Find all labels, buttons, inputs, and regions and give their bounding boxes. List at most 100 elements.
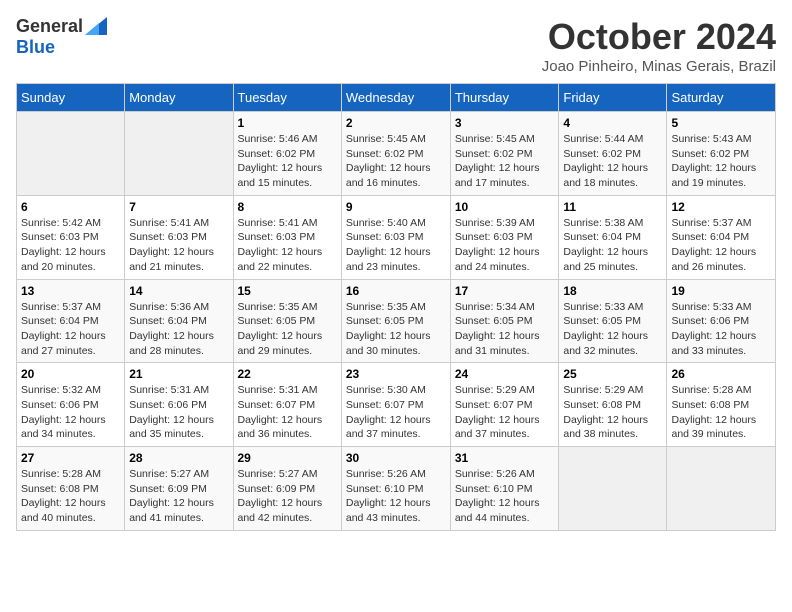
day-number: 1 bbox=[238, 116, 337, 130]
calendar-cell bbox=[667, 447, 776, 531]
day-info: Sunrise: 5:29 AMSunset: 6:08 PMDaylight:… bbox=[563, 383, 662, 442]
calendar-cell: 17 Sunrise: 5:34 AMSunset: 6:05 PMDayligh… bbox=[450, 279, 559, 363]
day-header-friday: Friday bbox=[559, 84, 667, 112]
calendar-cell: 22 Sunrise: 5:31 AMSunset: 6:07 PMDayligh… bbox=[233, 363, 341, 447]
day-number: 21 bbox=[129, 367, 228, 381]
calendar-cell: 31 Sunrise: 5:26 AMSunset: 6:10 PMDayligh… bbox=[450, 447, 559, 531]
day-header-saturday: Saturday bbox=[667, 84, 776, 112]
day-info: Sunrise: 5:36 AMSunset: 6:04 PMDaylight:… bbox=[129, 300, 228, 359]
calendar-cell: 21 Sunrise: 5:31 AMSunset: 6:06 PMDayligh… bbox=[125, 363, 233, 447]
day-info: Sunrise: 5:33 AMSunset: 6:06 PMDaylight:… bbox=[671, 300, 771, 359]
calendar-cell: 4Sunrise: 5:44 AMSunset: 6:02 PMDaylight… bbox=[559, 112, 667, 196]
calendar-header-row: SundayMondayTuesdayWednesdayThursdayFrid… bbox=[17, 84, 776, 112]
day-info: Sunrise: 5:29 AMSunset: 6:07 PMDaylight:… bbox=[455, 383, 555, 442]
calendar-cell: 10 Sunrise: 5:39 AMSunset: 6:03 PMDayligh… bbox=[450, 195, 559, 279]
day-number: 31 bbox=[455, 451, 555, 465]
calendar-week-row: 6Sunrise: 5:42 AMSunset: 6:03 PMDaylight… bbox=[17, 195, 776, 279]
day-number: 13 bbox=[21, 284, 120, 298]
day-number: 7 bbox=[129, 200, 228, 214]
day-info: Sunrise: 5:26 AMSunset: 6:10 PMDaylight:… bbox=[346, 467, 446, 526]
calendar-cell: 12 Sunrise: 5:37 AMSunset: 6:04 PMDayligh… bbox=[667, 195, 776, 279]
calendar-cell: 5 Sunrise: 5:43 AMSunset: 6:02 PMDaylight… bbox=[667, 112, 776, 196]
day-number: 30 bbox=[346, 451, 446, 465]
day-info: Sunrise: 5:40 AMSunset: 6:03 PMDaylight:… bbox=[346, 216, 446, 275]
calendar-cell: 15 Sunrise: 5:35 AMSunset: 6:05 PMDayligh… bbox=[233, 279, 341, 363]
calendar-cell bbox=[559, 447, 667, 531]
day-header-wednesday: Wednesday bbox=[341, 84, 450, 112]
day-number: 20 bbox=[21, 367, 120, 381]
calendar-cell: 1 Sunrise: 5:46 AMSunset: 6:02 PMDaylight… bbox=[233, 112, 341, 196]
calendar-table: SundayMondayTuesdayWednesdayThursdayFrid… bbox=[16, 83, 776, 531]
day-info: Sunrise: 5:28 AMSunset: 6:08 PMDaylight:… bbox=[21, 467, 120, 526]
title-section: October 2024 Joao Pinheiro, Minas Gerais… bbox=[542, 16, 776, 75]
day-info: Sunrise: 5:39 AMSunset: 6:03 PMDaylight:… bbox=[455, 216, 555, 275]
calendar-cell: 24Sunrise: 5:29 AMSunset: 6:07 PMDayligh… bbox=[450, 363, 559, 447]
calendar-cell: 29Sunrise: 5:27 AMSunset: 6:09 PMDayligh… bbox=[233, 447, 341, 531]
day-info: Sunrise: 5:30 AMSunset: 6:07 PMDaylight:… bbox=[346, 383, 446, 442]
calendar-cell bbox=[17, 112, 125, 196]
day-number: 9 bbox=[346, 200, 446, 214]
day-header-sunday: Sunday bbox=[17, 84, 125, 112]
day-number: 12 bbox=[671, 200, 771, 214]
logo-icon bbox=[85, 17, 107, 35]
day-info: Sunrise: 5:26 AMSunset: 6:10 PMDaylight:… bbox=[455, 467, 555, 526]
day-info: Sunrise: 5:43 AMSunset: 6:02 PMDaylight:… bbox=[671, 132, 771, 191]
day-number: 8 bbox=[238, 200, 337, 214]
calendar-cell: 11 Sunrise: 5:38 AMSunset: 6:04 PMDayligh… bbox=[559, 195, 667, 279]
day-info: Sunrise: 5:37 AMSunset: 6:04 PMDaylight:… bbox=[21, 300, 120, 359]
day-info: Sunrise: 5:44 AMSunset: 6:02 PMDaylight:… bbox=[563, 132, 662, 191]
calendar-cell: 26Sunrise: 5:28 AMSunset: 6:08 PMDayligh… bbox=[667, 363, 776, 447]
day-header-tuesday: Tuesday bbox=[233, 84, 341, 112]
day-info: Sunrise: 5:33 AMSunset: 6:05 PMDaylight:… bbox=[563, 300, 662, 359]
calendar-cell: 9 Sunrise: 5:40 AMSunset: 6:03 PMDaylight… bbox=[341, 195, 450, 279]
day-info: Sunrise: 5:31 AMSunset: 6:06 PMDaylight:… bbox=[129, 383, 228, 442]
day-info: Sunrise: 5:46 AMSunset: 6:02 PMDaylight:… bbox=[238, 132, 337, 191]
day-number: 5 bbox=[671, 116, 771, 130]
location: Joao Pinheiro, Minas Gerais, Brazil bbox=[542, 58, 776, 75]
calendar-cell: 2Sunrise: 5:45 AMSunset: 6:02 PMDaylight… bbox=[341, 112, 450, 196]
day-info: Sunrise: 5:37 AMSunset: 6:04 PMDaylight:… bbox=[671, 216, 771, 275]
page-header: General Blue October 2024 Joao Pinheiro,… bbox=[16, 16, 776, 75]
day-info: Sunrise: 5:35 AMSunset: 6:05 PMDaylight:… bbox=[346, 300, 446, 359]
calendar-cell: 14 Sunrise: 5:36 AMSunset: 6:04 PMDayligh… bbox=[125, 279, 233, 363]
day-info: Sunrise: 5:45 AMSunset: 6:02 PMDaylight:… bbox=[455, 132, 555, 191]
day-number: 18 bbox=[563, 284, 662, 298]
day-number: 11 bbox=[563, 200, 662, 214]
month-title: October 2024 bbox=[542, 16, 776, 58]
day-number: 23 bbox=[346, 367, 446, 381]
day-info: Sunrise: 5:38 AMSunset: 6:04 PMDaylight:… bbox=[563, 216, 662, 275]
day-info: Sunrise: 5:31 AMSunset: 6:07 PMDaylight:… bbox=[238, 383, 337, 442]
day-info: Sunrise: 5:41 AMSunset: 6:03 PMDaylight:… bbox=[238, 216, 337, 275]
calendar-cell: 16 Sunrise: 5:35 AMSunset: 6:05 PMDayligh… bbox=[341, 279, 450, 363]
day-number: 6 bbox=[21, 200, 120, 214]
day-number: 22 bbox=[238, 367, 337, 381]
day-number: 27 bbox=[21, 451, 120, 465]
day-number: 16 bbox=[346, 284, 446, 298]
calendar-cell: 3 Sunrise: 5:45 AMSunset: 6:02 PMDaylight… bbox=[450, 112, 559, 196]
calendar-week-row: 20Sunrise: 5:32 AMSunset: 6:06 PMDayligh… bbox=[17, 363, 776, 447]
calendar-cell: 7Sunrise: 5:41 AMSunset: 6:03 PMDaylight… bbox=[125, 195, 233, 279]
day-info: Sunrise: 5:35 AMSunset: 6:05 PMDaylight:… bbox=[238, 300, 337, 359]
calendar-cell: 28 Sunrise: 5:27 AMSunset: 6:09 PMDayligh… bbox=[125, 447, 233, 531]
calendar-cell: 30 Sunrise: 5:26 AMSunset: 6:10 PMDayligh… bbox=[341, 447, 450, 531]
day-number: 15 bbox=[238, 284, 337, 298]
calendar-cell: 6Sunrise: 5:42 AMSunset: 6:03 PMDaylight… bbox=[17, 195, 125, 279]
day-number: 10 bbox=[455, 200, 555, 214]
day-number: 17 bbox=[455, 284, 555, 298]
calendar-cell: 23 Sunrise: 5:30 AMSunset: 6:07 PMDayligh… bbox=[341, 363, 450, 447]
calendar-cell: 19Sunrise: 5:33 AMSunset: 6:06 PMDayligh… bbox=[667, 279, 776, 363]
day-number: 2 bbox=[346, 116, 446, 130]
logo: General Blue bbox=[16, 16, 107, 58]
day-info: Sunrise: 5:27 AMSunset: 6:09 PMDaylight:… bbox=[129, 467, 228, 526]
day-header-monday: Monday bbox=[125, 84, 233, 112]
day-number: 3 bbox=[455, 116, 555, 130]
calendar-cell: 20Sunrise: 5:32 AMSunset: 6:06 PMDayligh… bbox=[17, 363, 125, 447]
calendar-week-row: 1 Sunrise: 5:46 AMSunset: 6:02 PMDaylight… bbox=[17, 112, 776, 196]
day-info: Sunrise: 5:34 AMSunset: 6:05 PMDaylight:… bbox=[455, 300, 555, 359]
calendar-cell: 27 Sunrise: 5:28 AMSunset: 6:08 PMDayligh… bbox=[17, 447, 125, 531]
day-number: 14 bbox=[129, 284, 228, 298]
calendar-week-row: 13 Sunrise: 5:37 AMSunset: 6:04 PMDayligh… bbox=[17, 279, 776, 363]
day-number: 28 bbox=[129, 451, 228, 465]
calendar-cell: 8 Sunrise: 5:41 AMSunset: 6:03 PMDaylight… bbox=[233, 195, 341, 279]
calendar-week-row: 27 Sunrise: 5:28 AMSunset: 6:08 PMDayligh… bbox=[17, 447, 776, 531]
